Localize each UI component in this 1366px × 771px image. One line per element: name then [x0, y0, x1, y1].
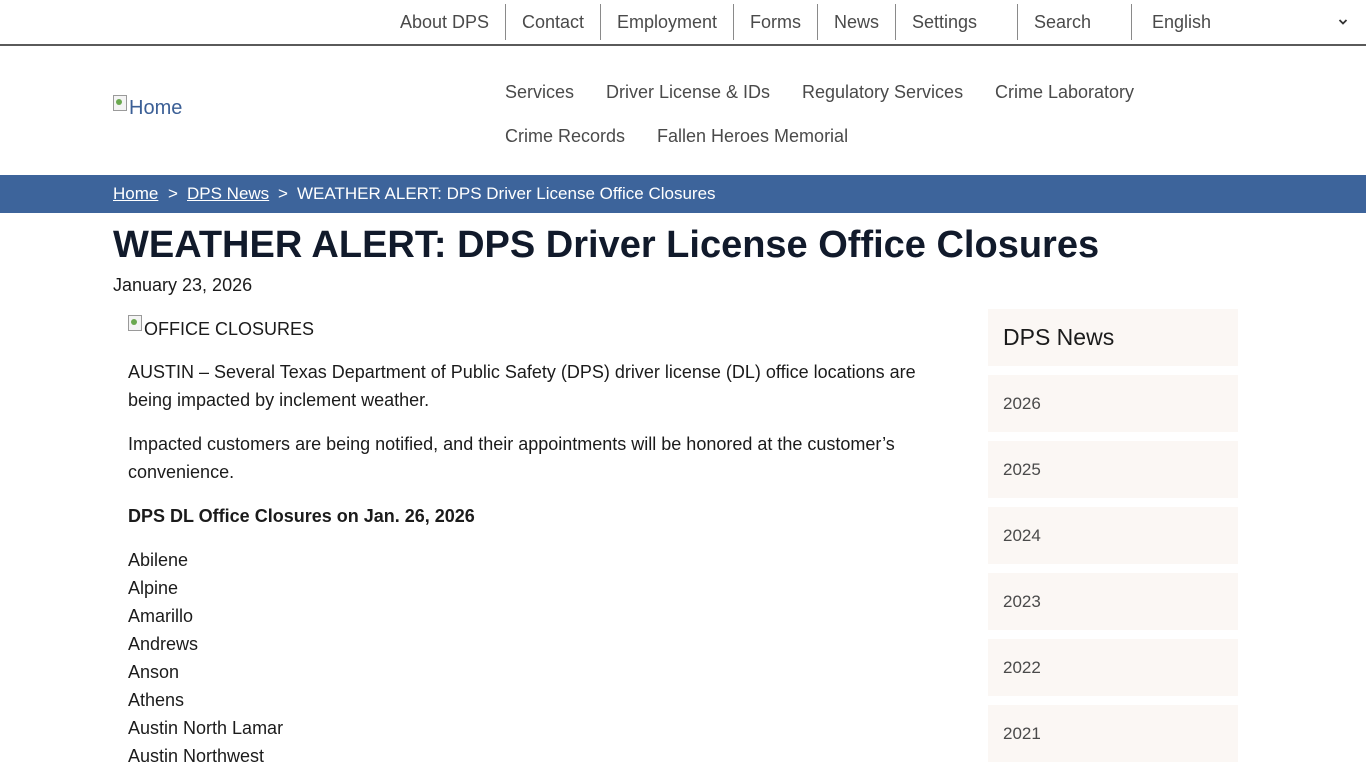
utility-divider: [600, 4, 601, 40]
logo-alt-text: Home: [129, 97, 183, 119]
breadcrumb-separator: >: [168, 184, 178, 203]
utility-link-employment[interactable]: Employment: [617, 4, 717, 40]
utility-link-forms[interactable]: Forms: [750, 4, 801, 40]
broken-image-icon: [128, 315, 142, 331]
office-list-item: Andrews: [128, 634, 199, 654]
main-nav-fallen-heroes[interactable]: Fallen Heroes Memorial: [657, 126, 848, 147]
article-date: January 23, 2026: [113, 275, 253, 295]
sidebar-title: DPS News: [988, 309, 1238, 366]
main-nav-services[interactable]: Services: [505, 82, 574, 103]
sidebar-year-2024[interactable]: 2024: [988, 507, 1238, 564]
language-select[interactable]: English: [1140, 4, 1356, 40]
office-list-item: Amarillo: [128, 606, 194, 626]
utility-divider: [505, 4, 506, 40]
article-paragraph: AUSTIN – Several Texas Department of Pub…: [128, 362, 916, 410]
office-list-item: Austin North Lamar: [128, 718, 284, 738]
office-closures-list: Abilene Alpine Amarillo Andrews Anson At…: [128, 546, 928, 770]
article-paragraph: Impacted customers are being notified, a…: [128, 434, 895, 482]
closures-heading: DPS DL Office Closures on Jan. 26, 2026: [128, 506, 475, 526]
office-list-item: Abilene: [128, 550, 189, 570]
office-list-item: Austin Northwest: [128, 746, 265, 766]
article-image-alt: OFFICE CLOSURES: [144, 319, 315, 339]
main-nav-crime-laboratory[interactable]: Crime Laboratory: [995, 82, 1134, 103]
chevron-down-icon: [1338, 19, 1348, 25]
utility-divider: [817, 4, 818, 40]
main-nav-crime-records[interactable]: Crime Records: [505, 126, 625, 147]
breadcrumb-news-link[interactable]: DPS News: [187, 184, 269, 204]
news-sidebar: DPS News 2026 2025 2024 2023 2022 2021: [988, 309, 1238, 771]
utility-divider: [1131, 4, 1132, 40]
sidebar-year-2021[interactable]: 2021: [988, 705, 1238, 762]
sidebar-year-2025[interactable]: 2025: [988, 441, 1238, 498]
utility-divider: [895, 4, 896, 40]
article-body: OFFICE CLOSURES AUSTIN – Several Texas D…: [128, 315, 928, 770]
utility-link-contact[interactable]: Contact: [522, 4, 584, 40]
utility-nav: About DPS Contact Employment Forms News …: [0, 0, 1366, 46]
sidebar-year-2026[interactable]: 2026: [988, 375, 1238, 432]
utility-divider: [733, 4, 734, 40]
main-nav-driver-license[interactable]: Driver License & IDs: [606, 82, 770, 103]
office-list-item: Athens: [128, 690, 185, 710]
main-nav-regulatory-services[interactable]: Regulatory Services: [802, 82, 963, 103]
article-image: OFFICE CLOSURES: [128, 315, 928, 342]
breadcrumb-separator: >: [278, 184, 288, 203]
breadcrumb: Home > DPS News > WEATHER ALERT: DPS Dri…: [0, 175, 1366, 213]
utility-link-search[interactable]: Search: [1034, 4, 1091, 40]
utility-divider: [1017, 4, 1018, 40]
sidebar-year-2022[interactable]: 2022: [988, 639, 1238, 696]
home-logo-link[interactable]: Home: [113, 94, 183, 120]
breadcrumb-home-link[interactable]: Home: [113, 184, 158, 204]
office-list-item: Alpine: [128, 578, 179, 598]
sidebar-year-2023[interactable]: 2023: [988, 573, 1238, 630]
broken-image-icon: [113, 94, 127, 111]
breadcrumb-current: WEATHER ALERT: DPS Driver License Office…: [297, 184, 716, 203]
utility-link-about[interactable]: About DPS: [400, 4, 489, 40]
language-select-value: English: [1152, 12, 1212, 32]
office-list-item: Anson: [128, 662, 180, 682]
page-title: WEATHER ALERT: DPS Driver License Office…: [113, 224, 1100, 266]
utility-link-news[interactable]: News: [834, 4, 879, 40]
utility-link-settings[interactable]: Settings: [912, 4, 977, 40]
